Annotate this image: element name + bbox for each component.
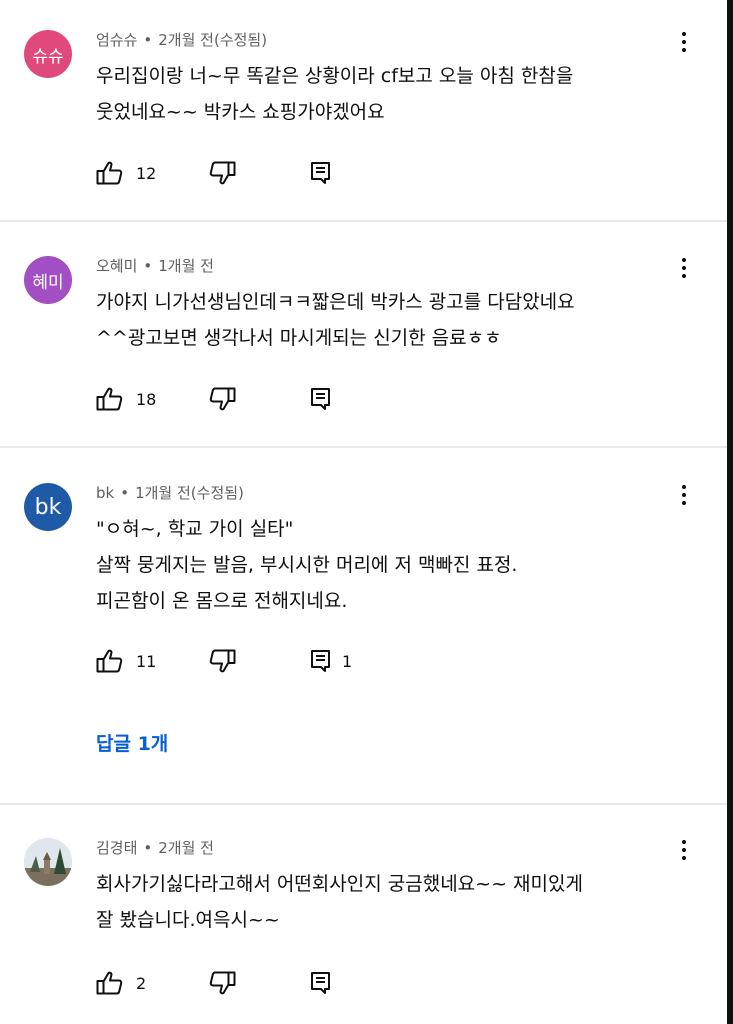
separator-dot: • [143, 31, 153, 49]
author-name[interactable]: 김경태 [96, 839, 137, 857]
dislike-button[interactable] [206, 648, 310, 674]
comment-text: "ㅇ혀~, 학교 가이 실타" 살짝 뭉게지는 발음, 부시시한 머리에 저 맥… [96, 518, 518, 612]
thumb-up-icon [96, 161, 123, 185]
comment-actions: 12 [96, 160, 410, 186]
separator-dot: • [143, 839, 153, 857]
dislike-button[interactable] [206, 386, 310, 412]
comment-thread: 혜미 오혜미 • 1개월 전 가야지 니가선생님인데ㅋㅋ짧은데 박카스 광고를 다담… [0, 256, 727, 446]
like-button[interactable]: 12 [96, 160, 206, 186]
thumb-up-icon [96, 649, 123, 673]
author-name[interactable]: 오혜미 [96, 257, 137, 275]
like-button[interactable]: 18 [96, 386, 206, 412]
author-name[interactable]: bk [96, 484, 114, 502]
comment-meta: 엄슈슈 • 2개월 전(수정됨) [96, 30, 267, 50]
more-vert-icon[interactable] [672, 30, 696, 54]
comment-text: 가야지 니가선생님인데ㅋㅋ짧은데 박카스 광고를 다담았네요 ^^광고보면 생각… [96, 291, 575, 349]
divider [0, 803, 727, 805]
like-count: 2 [136, 973, 147, 993]
thumb-down-icon [209, 971, 236, 995]
avatar[interactable]: 슈슈 [24, 30, 72, 78]
thumb-up-icon [96, 387, 123, 411]
reply-count: 1 [342, 651, 353, 671]
like-button[interactable]: 2 [96, 970, 206, 996]
comment-actions: 18 [96, 386, 410, 412]
divider [0, 446, 727, 448]
reply-button[interactable] [310, 386, 410, 412]
comment-meta: bk • 1개월 전(수정됨) [96, 483, 244, 503]
comment-reply-icon [311, 972, 330, 994]
avatar[interactable]: bk [24, 483, 72, 531]
comment-time[interactable]: 2개월 전(수정됨) [158, 31, 267, 49]
reply-button[interactable]: 1 [310, 648, 410, 674]
comment-thread: 슈슈 엄슈슈 • 2개월 전(수정됨) 우리집이랑 너~무 똑같은 상황이라 cf보… [0, 30, 727, 220]
avatar[interactable] [24, 838, 72, 886]
window-edge [727, 0, 733, 1024]
more-vert-icon[interactable] [672, 838, 696, 862]
thumb-down-icon [209, 161, 236, 185]
dislike-button[interactable] [206, 160, 310, 186]
comment-actions: 11 1 [96, 648, 410, 674]
like-count: 18 [136, 389, 157, 409]
more-vert-icon[interactable] [672, 483, 696, 507]
comment-thread: 김경태 • 2개월 전 회사가기싫다라고해서 어떤회사인지 궁금했네요~~ 재미있게… [0, 838, 727, 1024]
separator-dot: • [120, 484, 130, 502]
comment-time[interactable]: 2개월 전 [158, 839, 214, 857]
thumb-down-icon [209, 649, 236, 673]
comment-time[interactable]: 1개월 전 [158, 257, 214, 275]
more-vert-icon[interactable] [672, 256, 696, 280]
like-count: 12 [136, 163, 157, 183]
thumb-down-icon [209, 387, 236, 411]
comment-text: 우리집이랑 너~무 똑같은 상황이라 cf보고 오늘 아침 한참을 웃었네요~~… [96, 65, 574, 123]
comment-meta: 김경태 • 2개월 전 [96, 838, 214, 858]
thumb-up-icon [96, 971, 123, 995]
comment-time[interactable]: 1개월 전(수정됨) [135, 484, 244, 502]
comment-thread: bk bk • 1개월 전(수정됨) "ㅇ혀~, 학교 가이 실타" 살짝 뭉게지는… [0, 483, 727, 803]
comment-text: 회사가기싫다라고해서 어떤회사인지 궁금했네요~~ 재미있게 잘 봤습니다.여윽… [96, 873, 583, 931]
reply-button[interactable] [310, 970, 410, 996]
comment-meta: 오혜미 • 1개월 전 [96, 256, 214, 276]
avatar-photo [24, 838, 72, 886]
view-replies-link[interactable]: 답글 1개 [96, 729, 168, 756]
comment-reply-icon [311, 162, 330, 184]
avatar[interactable]: 혜미 [24, 256, 72, 304]
reply-button[interactable] [310, 160, 410, 186]
comment-reply-icon [311, 388, 330, 410]
like-button[interactable]: 11 [96, 648, 206, 674]
divider [0, 220, 727, 222]
dislike-button[interactable] [206, 970, 310, 996]
like-count: 11 [136, 651, 157, 671]
comment-actions: 2 [96, 970, 410, 996]
separator-dot: • [143, 257, 153, 275]
author-name[interactable]: 엄슈슈 [96, 31, 137, 49]
comment-reply-icon [311, 650, 330, 672]
